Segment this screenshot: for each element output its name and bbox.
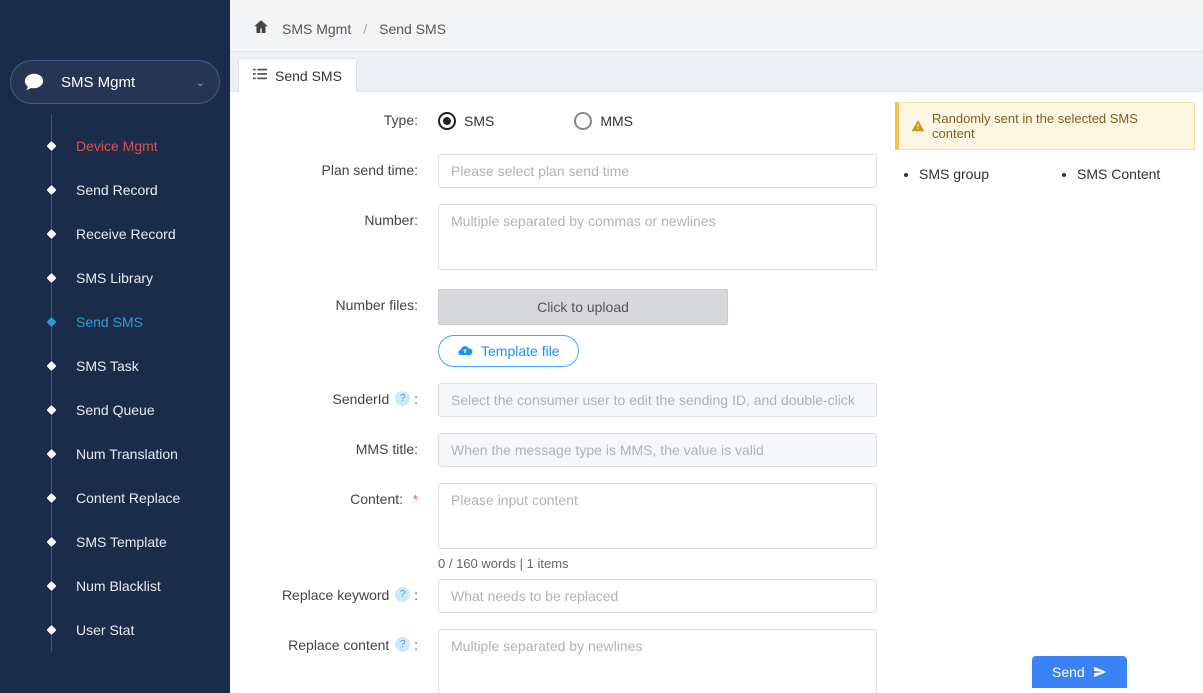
- breadcrumb: SMS Mgmt / Send SMS: [230, 6, 1203, 52]
- plan-time-input[interactable]: [438, 154, 877, 188]
- help-icon[interactable]: ?: [395, 587, 410, 602]
- sidebar-item-content-replace[interactable]: Content Replace: [32, 476, 230, 520]
- send-button[interactable]: Send: [1032, 656, 1127, 688]
- radio-label: SMS: [464, 113, 494, 129]
- sidebar-item-sms-library[interactable]: SMS Library: [32, 256, 230, 300]
- tab-bar: Send SMS: [230, 52, 1203, 92]
- sidebar-item-send-sms[interactable]: Send SMS: [32, 300, 230, 344]
- sidebar-item-device-mgmt[interactable]: Device Mgmt: [32, 124, 230, 168]
- template-file-button[interactable]: Template file: [438, 335, 579, 367]
- chat-bubble-icon: [17, 65, 51, 99]
- sidebar-item-num-translation[interactable]: Num Translation: [32, 432, 230, 476]
- breadcrumb-item: Send SMS: [379, 21, 446, 37]
- help-icon[interactable]: ?: [395, 391, 410, 406]
- link-sms-content[interactable]: SMS Content: [1077, 166, 1160, 182]
- sidebar-item-send-queue[interactable]: Send Queue: [32, 388, 230, 432]
- label-mms-title: MMS title:: [238, 433, 438, 457]
- template-file-label: Template file: [481, 343, 560, 359]
- radio-mms[interactable]: MMS: [574, 112, 633, 130]
- radio-icon: [574, 112, 592, 130]
- label-type: Type:: [238, 104, 438, 128]
- tab-send-sms[interactable]: Send SMS: [238, 58, 357, 92]
- sidebar: SMS Mgmt ⌄ Device Mgmt Send Record Recei…: [0, 0, 230, 693]
- mms-title-input[interactable]: [438, 433, 877, 467]
- send-label: Send: [1052, 664, 1085, 680]
- home-icon[interactable]: [252, 18, 270, 39]
- content-textarea[interactable]: [438, 483, 877, 549]
- label-plan-time: Plan send time:: [238, 154, 438, 178]
- required-marker: *: [413, 492, 418, 507]
- radio-sms[interactable]: SMS: [438, 112, 494, 130]
- main-panel: SMS Mgmt / Send SMS Send SMS Type:: [230, 6, 1203, 693]
- sidebar-title: SMS Mgmt: [61, 74, 196, 91]
- label-replace-content: Replace content ? :: [238, 629, 438, 653]
- label-number-files: Number files:: [238, 289, 438, 313]
- upload-button[interactable]: Click to upload: [438, 289, 728, 325]
- sidebar-item-num-blacklist[interactable]: Num Blacklist: [32, 564, 230, 608]
- link-sms-group[interactable]: SMS group: [919, 166, 989, 182]
- sidebar-item-sms-task[interactable]: SMS Task: [32, 344, 230, 388]
- label-number: Number:: [238, 204, 438, 228]
- number-textarea[interactable]: [438, 204, 877, 270]
- senderid-input[interactable]: [438, 383, 877, 417]
- label-senderid: SenderId ? :: [238, 383, 438, 407]
- paper-plane-icon: [1093, 665, 1107, 679]
- sidebar-item-user-stat[interactable]: User Stat: [32, 608, 230, 652]
- alert-random-send: Randomly sent in the selected SMS conten…: [895, 102, 1195, 150]
- breadcrumb-sep: /: [363, 21, 367, 37]
- label-content: Content: *: [238, 483, 438, 507]
- list-icon: [253, 67, 267, 84]
- replace-content-textarea[interactable]: [438, 629, 877, 693]
- cloud-download-icon: [457, 343, 473, 359]
- sidebar-item-send-record[interactable]: Send Record: [32, 168, 230, 212]
- warning-icon: [911, 119, 925, 133]
- sidebar-item-sms-template[interactable]: SMS Template: [32, 520, 230, 564]
- replace-keyword-input[interactable]: [438, 579, 877, 613]
- content-counter: 0 / 160 words | 1 items: [438, 556, 877, 571]
- radio-label: MMS: [600, 113, 633, 129]
- alert-text: Randomly sent in the selected SMS conten…: [932, 111, 1182, 141]
- radio-icon: [438, 112, 456, 130]
- chevron-down-icon: ⌄: [196, 76, 205, 89]
- upload-text: Click to upload: [537, 299, 629, 315]
- side-links: SMS group SMS Content: [895, 166, 1195, 182]
- breadcrumb-item[interactable]: SMS Mgmt: [282, 21, 351, 37]
- sidebar-nav: Device Mgmt Send Record Receive Record S…: [32, 124, 230, 652]
- sidebar-section-header[interactable]: SMS Mgmt ⌄: [10, 60, 220, 104]
- label-replace-keyword: Replace keyword ? :: [238, 579, 438, 603]
- tab-label: Send SMS: [275, 68, 342, 84]
- help-icon[interactable]: ?: [395, 637, 410, 652]
- sidebar-item-receive-record[interactable]: Receive Record: [32, 212, 230, 256]
